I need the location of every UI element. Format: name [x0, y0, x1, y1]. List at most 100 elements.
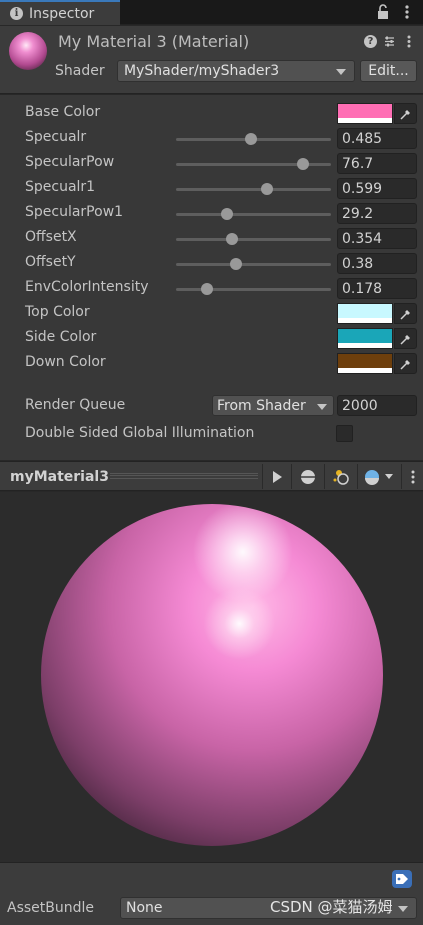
property-down-color: Down Color — [0, 351, 423, 376]
property-label: EnvColorIntensity — [25, 279, 149, 295]
property-label: Render Queue — [25, 397, 126, 413]
double-sided-gi-checkbox[interactable] — [336, 425, 353, 442]
specualr-slider[interactable] — [176, 133, 331, 145]
material-thumbnail — [9, 32, 47, 70]
render-queue-value-field[interactable]: 2000 — [337, 395, 417, 416]
property-offset-x: OffsetX 0.354 — [0, 226, 423, 251]
sphere-mesh-icon[interactable] — [291, 464, 323, 489]
color-swatch — [338, 104, 392, 118]
eyedropper-icon[interactable] — [394, 103, 417, 124]
property-double-sided-gi: Double Sided Global Illumination — [0, 422, 423, 447]
watermark: CSDN @菜猫汤姆 — [270, 898, 393, 916]
slider-thumb[interactable] — [297, 158, 310, 170]
info-icon: i — [10, 7, 23, 20]
more-menu-icon[interactable] — [400, 4, 414, 20]
offset-x-value-field[interactable]: 0.354 — [337, 228, 417, 249]
property-render-queue: Render Queue From Shader 2000 — [0, 394, 423, 419]
property-label: SpecularPow1 — [25, 204, 124, 220]
more-menu-icon[interactable] — [402, 35, 415, 48]
eyedropper-icon[interactable] — [394, 353, 417, 374]
material-header: My Material 3 (Material) ? Shader MyShad… — [0, 26, 423, 94]
slider-thumb[interactable] — [201, 283, 213, 295]
tab-bar: i Inspector — [0, 0, 423, 25]
help-icon[interactable]: ? — [364, 34, 377, 48]
shader-dropdown[interactable]: MyShader/myShader3 — [117, 60, 355, 82]
chevron-down-icon — [336, 69, 346, 75]
offset-x-slider[interactable] — [176, 233, 331, 245]
shader-label: Shader — [55, 63, 105, 79]
property-specualr1: Specualr1 0.599 — [0, 176, 423, 201]
play-icon[interactable] — [262, 464, 290, 489]
alpha-bar — [338, 118, 392, 123]
property-specualr: Specualr 0.485 — [0, 126, 423, 151]
preview-toolbar: myMaterial3 — [0, 461, 423, 491]
shader-value: MyShader/myShader3 — [124, 63, 280, 79]
property-label: Specualr — [25, 129, 87, 145]
asset-bundle-value: None — [126, 900, 163, 916]
property-label: Top Color — [25, 304, 90, 320]
down-color-field[interactable] — [337, 353, 393, 374]
env-color-intensity-value-field[interactable]: 0.178 — [337, 278, 417, 299]
slider-thumb[interactable] — [225, 233, 238, 245]
more-menu-icon[interactable] — [401, 464, 423, 489]
chevron-down-icon — [317, 404, 327, 410]
edit-shader-button[interactable]: Edit... — [360, 60, 417, 82]
property-label: Side Color — [25, 329, 97, 345]
eyedropper-icon[interactable] — [394, 303, 417, 324]
eyedropper-icon[interactable] — [394, 328, 417, 349]
slider-thumb[interactable] — [221, 208, 234, 220]
property-specular-pow1: SpecularPow1 29.2 — [0, 201, 423, 226]
property-specular-pow: SpecularPow 76.7 — [0, 151, 423, 176]
env-color-intensity-slider[interactable] — [176, 283, 331, 295]
specualr1-value-field[interactable]: 0.599 — [337, 178, 417, 199]
property-label: Specualr1 — [25, 179, 96, 195]
skybox-icon — [365, 469, 379, 485]
drag-grip[interactable] — [110, 473, 258, 479]
property-side-color: Side Color — [0, 326, 423, 351]
material-preview[interactable] — [0, 492, 423, 862]
material-properties: Base Color Specualr 0.485 SpecularPow 76… — [0, 95, 423, 460]
slider-thumb[interactable] — [245, 133, 258, 145]
preview-sphere — [41, 504, 383, 846]
property-top-color: Top Color — [0, 301, 423, 326]
lighting-icon[interactable] — [324, 464, 356, 489]
background-dropdown[interactable] — [357, 464, 399, 489]
tab-label: Inspector — [29, 5, 95, 22]
top-color-field[interactable] — [337, 303, 393, 324]
settings-sliders-icon[interactable] — [383, 35, 396, 48]
property-label: Down Color — [25, 354, 106, 370]
property-offset-y: OffsetY 0.38 — [0, 251, 423, 276]
render-queue-dropdown[interactable]: From Shader — [212, 395, 334, 416]
specualr1-slider[interactable] — [176, 183, 331, 195]
base-color-field[interactable] — [337, 103, 393, 124]
specular-pow1-value-field[interactable]: 29.2 — [337, 203, 417, 224]
asset-labels-strip — [0, 862, 423, 892]
side-color-field[interactable] — [337, 328, 393, 349]
color-swatch — [338, 329, 392, 343]
property-label: Base Color — [25, 104, 101, 120]
specualr-value-field[interactable]: 0.485 — [337, 128, 417, 149]
property-label: Double Sided Global Illumination — [25, 425, 255, 441]
header-icons: ? — [364, 32, 420, 50]
chevron-down-icon — [385, 474, 393, 479]
property-label: OffsetX — [25, 229, 77, 245]
color-swatch — [338, 304, 392, 318]
lock-icon[interactable] — [376, 4, 390, 20]
tab-inspector[interactable]: i Inspector — [0, 0, 120, 25]
slider-thumb[interactable] — [230, 258, 243, 270]
preview-title: myMaterial3 — [10, 469, 109, 485]
alpha-bar — [338, 343, 392, 348]
offset-y-slider[interactable] — [176, 258, 331, 270]
specular-pow1-slider[interactable] — [176, 208, 331, 220]
property-label: SpecularPow — [25, 154, 115, 170]
color-swatch — [338, 354, 392, 368]
property-label: OffsetY — [25, 254, 76, 270]
offset-y-value-field[interactable]: 0.38 — [337, 253, 417, 274]
asset-bundle-label: AssetBundle — [7, 900, 95, 916]
specular-pow-slider[interactable] — [176, 158, 331, 170]
alpha-bar — [338, 368, 392, 373]
slider-thumb[interactable] — [260, 183, 273, 195]
chevron-down-icon — [398, 906, 408, 912]
asset-label-tag-icon[interactable] — [392, 870, 412, 888]
specular-pow-value-field[interactable]: 76.7 — [337, 153, 417, 174]
